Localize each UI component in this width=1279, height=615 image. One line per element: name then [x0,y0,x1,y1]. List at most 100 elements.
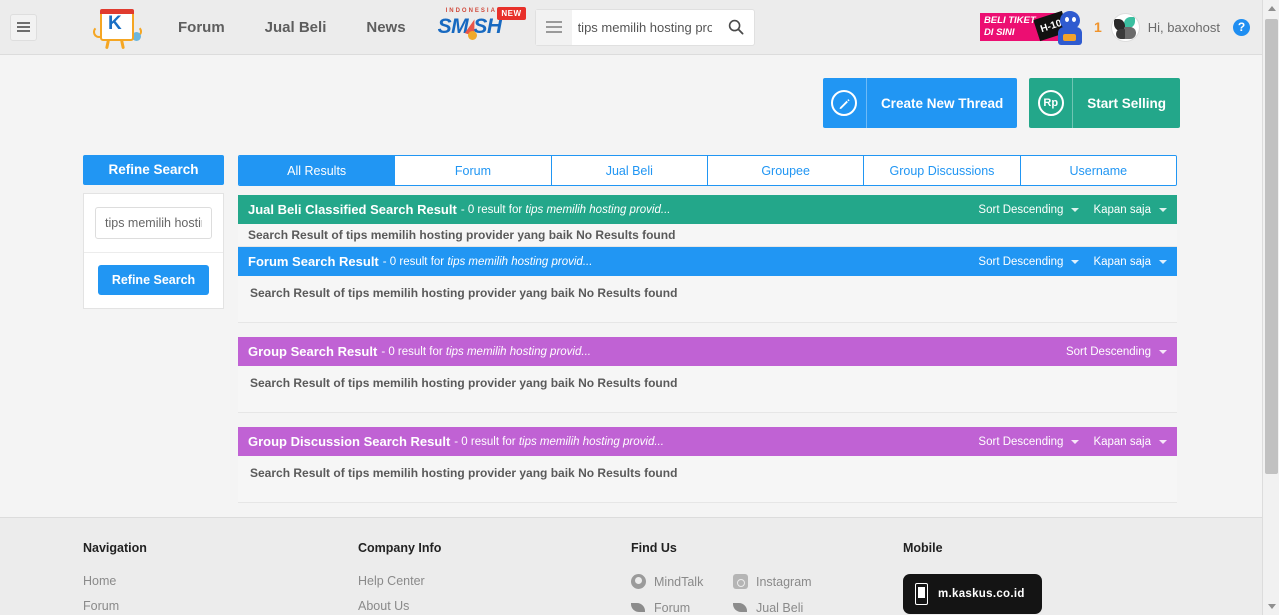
time-filter-dropdown[interactable]: Kapan saja [1093,204,1167,216]
result-query: tips memilih hosting provid... [445,345,591,358]
social-link-instagram[interactable]: Instagram [733,574,835,589]
result-header: Group Search Result - 0 result for tips … [238,337,1177,366]
footer-link-home[interactable]: Home [83,574,358,588]
notification-count[interactable]: 1 [1094,19,1102,35]
tab-username[interactable]: Username [1020,156,1176,185]
result-empty-message: Search Result of tips memilih hosting pr… [238,456,1177,503]
nav-item-forum[interactable]: Forum [158,0,245,55]
rupiah-icon: Rp [1029,78,1074,128]
footer-column-navigation: Navigation Home Forum [83,541,358,615]
logo-letter-k: K [108,13,122,34]
logo-leg-left [105,39,110,50]
logo-leg-right [120,39,125,50]
create-new-thread-button[interactable]: Create New Thread [822,78,1018,128]
smash-logo[interactable]: INDONESIA SM SH NEW [432,5,526,49]
scrollbar-thumb[interactable] [1265,19,1278,474]
result-subtitle: - 0 result for tips memilih hosting prov… [460,203,671,216]
avatar[interactable] [1111,13,1139,41]
footer-column-company: Company Info Help Center About Us [358,541,631,615]
result-header: Group Discussion Search Result - 0 resul… [238,427,1177,456]
new-badge: NEW [497,7,526,20]
result-query: tips memilih hosting provid... [447,255,593,268]
divider [84,252,223,253]
instagram-icon [733,574,748,589]
header-right-cluster: BELI TIKET DI SINI H-10 1 Hi, baxohost ? [979,7,1262,47]
social-link-label: Jual Beli [756,600,804,615]
nav-item-news[interactable]: News [346,0,425,55]
shuttlecock-ball-icon [467,31,477,40]
refine-search-input[interactable] [95,207,212,239]
footer-column-mobile: Mobile m.kaskus.co.id [903,541,1042,615]
page-action-buttons: Create New Thread Rp Start Selling [822,78,1180,128]
result-section-group-discussion: Group Discussion Search Result - 0 resul… [238,427,1177,503]
footer-title-company: Company Info [358,541,442,555]
page-footer: Navigation Home Forum Company Info Help … [0,517,1262,615]
result-query: tips memilih hosting provid... [525,203,671,216]
result-subtitle: - 0 result for tips memilih hosting prov… [381,345,591,358]
mobile-site-badge[interactable]: m.kaskus.co.id [903,574,1042,614]
sort-dropdown[interactable]: Sort Descending [978,204,1080,216]
start-selling-button[interactable]: Rp Start Selling [1029,78,1180,128]
social-link-mindtalk[interactable]: MindTalk [631,574,733,589]
chevron-down-icon [1159,439,1167,444]
result-header: Jual Beli Classified Search Result - 0 r… [238,195,1177,224]
scroll-down-arrow-icon[interactable] [1263,598,1279,615]
chevron-down-icon [1071,259,1080,264]
footer-link-forum[interactable]: Forum [83,599,358,613]
time-filter-dropdown[interactable]: Kapan saja [1093,256,1167,268]
time-filter-dropdown[interactable]: Kapan saja [1093,436,1167,448]
result-query: tips memilih hosting provid... [518,435,664,448]
tab-group-discussions[interactable]: Group Discussions [864,156,1021,185]
chevron-down-icon [1159,207,1167,212]
mindtalk-icon [631,574,646,589]
promo-mascot-icon [1052,11,1084,45]
result-empty-message: Search Result of tips memilih hosting pr… [238,224,1177,247]
search-icon[interactable] [718,10,754,45]
nav-item-jual-beli[interactable]: Jual Beli [245,0,347,55]
result-controls: Sort Descending [1066,346,1167,358]
footer-link-help-center[interactable]: Help Center [358,574,631,588]
list-menu-icon[interactable] [535,9,572,45]
social-link-label: Instagram [756,574,812,589]
result-section-jual-beli: Jual Beli Classified Search Result - 0 r… [238,195,1177,247]
result-title: Forum Search Result [248,254,379,269]
social-link-forum[interactable]: Forum [631,600,733,615]
chevron-down-icon [1159,259,1167,264]
result-subtitle: - 0 result for tips memilih hosting prov… [454,435,664,448]
refine-search-header[interactable]: Refine Search [83,155,224,185]
mobile-phone-icon [915,583,928,605]
result-title: Group Discussion Search Result [248,434,451,449]
sort-dropdown[interactable]: Sort Descending [1066,346,1167,358]
chevron-down-icon [1071,207,1080,212]
tab-jual-beli[interactable]: Jual Beli [551,156,708,185]
footer-column-find-us: Find Us MindTalk Instagram Forum Jual Be… [631,541,903,615]
social-link-label: MindTalk [654,574,704,589]
hamburger-icon[interactable] [9,13,37,41]
footer-link-about-us[interactable]: About Us [358,599,631,613]
question-mark-icon[interactable]: ? [1233,18,1250,36]
result-empty-message: Search Result of tips memilih hosting pr… [238,276,1177,323]
rupiah-icon-text: Rp [1037,90,1064,116]
tab-all-results[interactable]: All Results [239,156,396,185]
smash-logo-top-text: INDONESIA [445,8,497,14]
tab-forum[interactable]: Forum [395,156,552,185]
kaskus-logo[interactable]: K [88,4,148,50]
social-links-grid: MindTalk Instagram Forum Jual Beli [631,574,903,615]
sort-dropdown[interactable]: Sort Descending [978,436,1080,448]
sidebar-toggle-wrapper [0,13,46,41]
result-title: Group Search Result [248,344,378,359]
result-header: Forum Search Result - 0 result for tips … [238,247,1177,276]
browser-scrollbar[interactable] [1262,0,1279,615]
promo-banner[interactable]: BELI TIKET DI SINI H-10 [979,7,1088,47]
result-section-group: Group Search Result - 0 result for tips … [238,337,1177,413]
scroll-up-arrow-icon[interactable] [1263,0,1279,17]
result-controls: Sort Descending Kapan saja [978,204,1167,216]
result-controls: Sort Descending Kapan saja [978,256,1167,268]
user-greeting[interactable]: Hi, baxohost [1148,20,1220,35]
refine-search-button[interactable]: Refine Search [97,265,210,295]
social-link-jual-beli[interactable]: Jual Beli [733,600,835,615]
tab-groupee[interactable]: Groupee [707,156,865,185]
result-section-forum: Forum Search Result - 0 result for tips … [238,247,1177,323]
search-input[interactable] [571,10,718,44]
sort-dropdown[interactable]: Sort Descending [978,256,1080,268]
